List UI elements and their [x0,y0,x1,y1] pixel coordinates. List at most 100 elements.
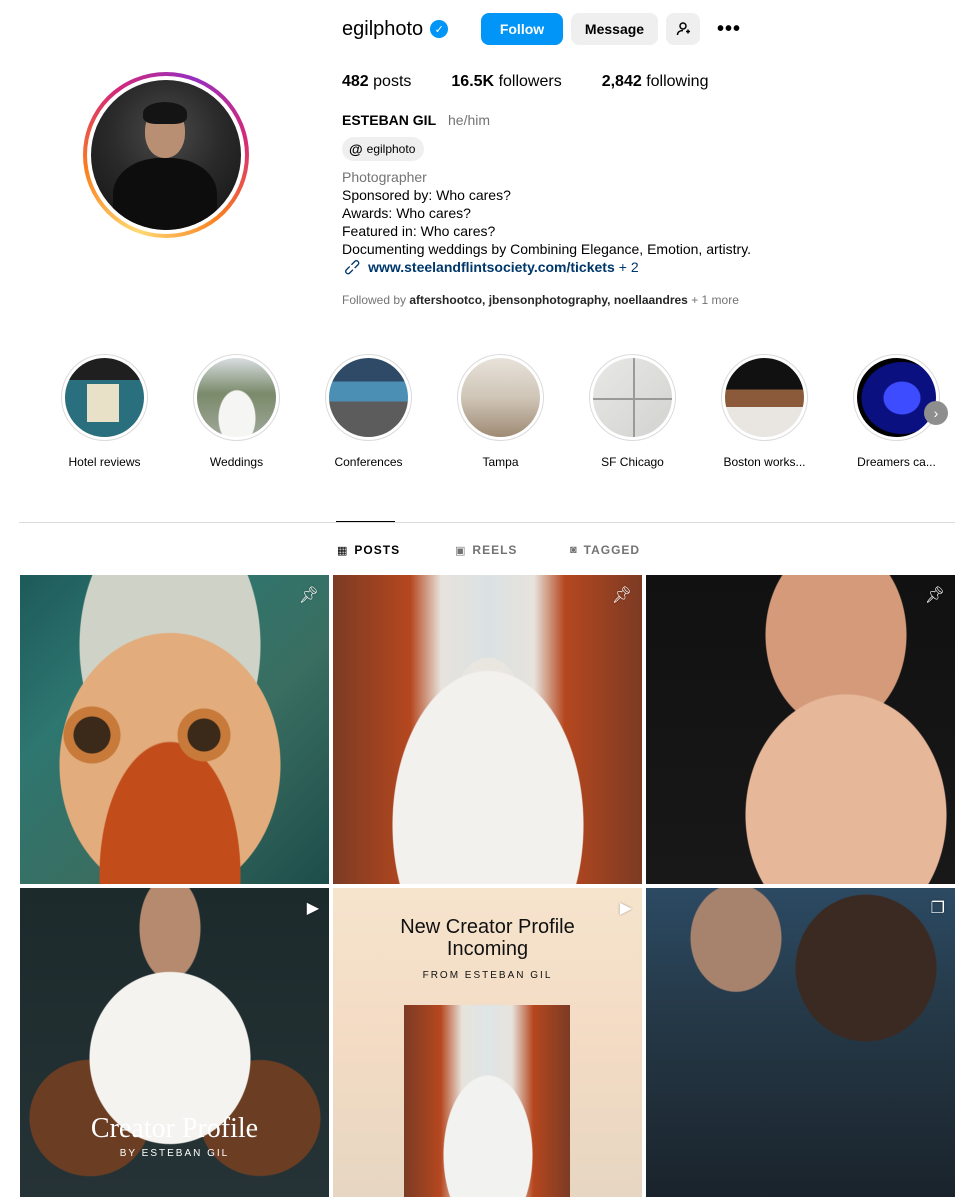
highlights-next-arrow-icon[interactable]: › [924,401,948,425]
tab-posts[interactable]: ▦ POSTS [337,543,400,557]
avatar-hair [143,102,187,124]
active-tab-indicator [336,521,395,522]
bio-link[interactable]: ⊂⊃ www.steelandflintsociety.com/tickets … [340,255,751,279]
highlight-item[interactable]: Dreamers ca... [853,354,976,469]
post-overlay-subtitle: FROM ESTEBAN GIL [422,970,553,981]
followers-stat[interactable]: 16.5K followers [451,73,561,91]
post-tile[interactable]: 📌︎ [333,575,642,884]
highlight-ring [457,354,544,441]
highlight-label: Boston works... [723,455,806,469]
posts-stat: 482 posts [342,73,411,91]
post-tile[interactable]: 📌︎ [20,575,329,884]
tile-line [632,358,635,437]
highlight-thumbnail [461,358,540,437]
highlight-label: Tampa [482,455,519,469]
avatar-body [113,158,217,230]
reel-icon: ▶ [619,900,632,917]
pin-icon: 📌︎ [924,587,945,604]
post-tile[interactable]: ▶ New Creator Profile Incoming FROM ESTE… [333,888,642,1197]
tab-reels-label: REELS [472,543,518,557]
profile-avatar-ring[interactable] [83,72,249,238]
following-count: 2,842 [601,73,642,90]
verified-badge-icon: ✓ [430,20,449,38]
bio-line: Awards: Who cares? [342,205,471,221]
message-button[interactable]: Message [571,13,658,45]
followed-by-names[interactable]: aftershootco, jbensonphotography, noella… [409,293,687,307]
bio-link-url[interactable]: www.steelandflintsociety.com/tickets [368,258,615,276]
highlight-item[interactable]: Boston works... [721,354,853,469]
highlight-label: Hotel reviews [68,455,141,469]
followed-by-more[interactable]: + 1 more [691,293,739,307]
post-inner-image [404,1005,570,1197]
reels-icon: ▣ [455,544,467,557]
pronouns: he/him [448,112,491,128]
bio-category: Photographer [342,169,427,185]
bio-link-extra[interactable]: + 2 [619,258,639,276]
posts-count: 482 [342,73,369,90]
highlight-thumbnail [857,358,936,437]
posts-label: posts [373,73,412,90]
more-options-button[interactable]: ••• [709,13,749,45]
username: egilphoto [342,17,424,40]
bio-line: Documenting weddings by Combining Elegan… [342,241,752,257]
highlight-ring [193,354,280,441]
followers-label: followers [498,73,562,90]
tab-posts-label: POSTS [354,543,401,557]
highlight-thumbnail [197,358,276,437]
post-tile[interactable]: ▶ Creator Profile BY ESTEBAN GIL [20,888,329,1197]
highlight-label: Conferences [334,455,403,469]
highlight-thumbnail [65,358,144,437]
highlight-thumbnail [329,358,408,437]
carousel-icon: ❐ [930,900,945,917]
highlight-ring [589,354,676,441]
tabs-divider [19,522,955,523]
post-tile[interactable]: ❐ [646,888,955,1197]
pin-icon: 📌︎ [611,587,632,604]
highlight-label: Dreamers ca... [857,455,936,469]
full-name: ESTEBAN GIL [342,112,437,128]
tagged-icon: ◙ [570,544,578,556]
tab-tagged-label: TAGGED [583,543,641,557]
highlight-item[interactable]: SF Chicago [589,354,721,469]
threads-icon: @ [349,141,363,157]
highlight-item[interactable]: Weddings [193,354,325,469]
highlight-ring [721,354,808,441]
document-shape [87,384,119,422]
follow-button[interactable]: Follow [481,13,563,45]
following-label: following [646,73,709,90]
avatar[interactable] [91,80,241,230]
bio-line: Featured in: Who cares? [342,223,496,239]
story-highlights: Hotel reviews Weddings Conferences Tampa… [61,354,976,469]
suggest-user-button[interactable] [666,13,700,45]
tab-tagged[interactable]: ◙ TAGGED [570,543,640,557]
highlight-ring [325,354,412,441]
highlight-ring [853,354,940,441]
avatar-inner [87,76,245,234]
post-overlay-title: New Creator Profile Incoming [400,916,575,960]
reel-icon: ▶ [306,900,319,917]
threads-handle: egilphoto [366,142,416,156]
followed-by[interactable]: Followed by aftershootco, jbensonphotogr… [342,293,739,307]
fullname-row: ESTEBAN GIL he/him [342,112,490,128]
highlight-ring [61,354,148,441]
threads-link[interactable]: @ egilphoto [342,137,425,161]
highlight-item[interactable]: Tampa [457,354,589,469]
grid-icon: ▦ [337,544,349,557]
bio: Photographer Sponsored by: Who cares? Aw… [340,168,752,279]
post-overlay-title: Creator Profile [90,1113,259,1144]
tab-reels[interactable]: ▣ REELS [455,543,517,557]
highlight-thumbnail [593,358,672,437]
bio-line: Sponsored by: Who cares? [342,187,511,203]
add-user-icon [676,22,690,36]
highlight-item[interactable]: Hotel reviews [61,354,193,469]
pin-icon: 📌︎ [298,587,319,604]
post-tile[interactable]: 📌︎ [646,575,955,884]
username-row: egilphoto ✓ [342,13,449,45]
highlight-label: Weddings [209,455,264,469]
followed-by-prefix: Followed by [342,293,407,307]
following-stat[interactable]: 2,842 following [602,73,709,91]
post-overlay-subtitle: BY ESTEBAN GIL [119,1148,230,1159]
highlight-label: SF Chicago [601,455,664,469]
followers-count: 16.5K [451,73,495,90]
highlight-item[interactable]: Conferences [325,354,457,469]
